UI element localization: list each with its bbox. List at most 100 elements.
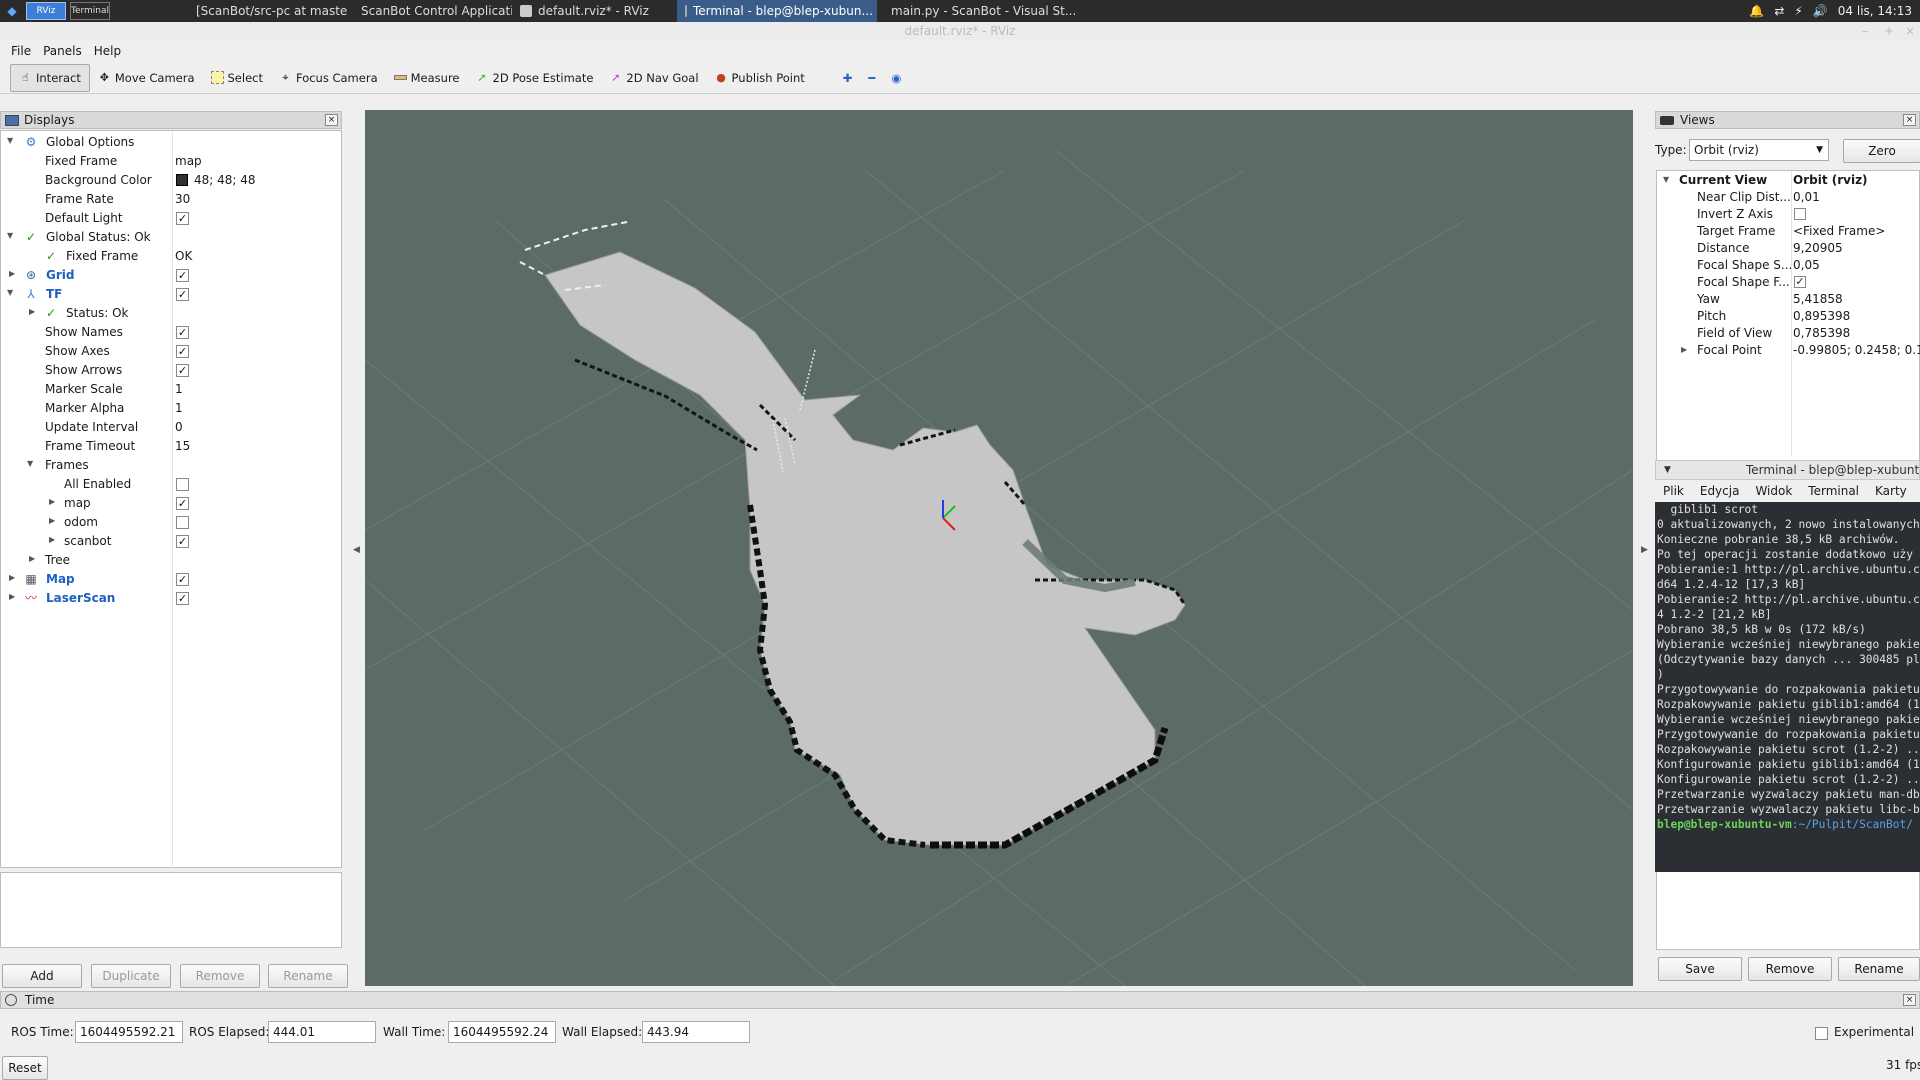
current-view-row[interactable]: ▼ Current View Orbit (rviz) — [1657, 172, 1919, 189]
menu-panels[interactable]: Panels — [38, 42, 87, 60]
experimental-checkbox[interactable] — [1815, 1027, 1828, 1040]
workspace-1[interactable]: RViz — [26, 2, 66, 20]
publish-point-tool[interactable]: ● Publish Point — [707, 64, 813, 92]
measure-tool[interactable]: Measure — [386, 64, 468, 92]
maximize-icon[interactable]: + — [1884, 22, 1894, 40]
frame-odom-row[interactable]: ▶ odom — [1, 513, 341, 532]
distance-row[interactable]: Distance 9,20905 — [1657, 240, 1919, 257]
app-menu-icon[interactable]: ◆ — [0, 0, 24, 22]
terminal-menu-widok[interactable]: Widok — [1755, 484, 1792, 498]
map-checkbox[interactable]: ✓ — [176, 573, 189, 586]
add-display-button[interactable]: Add — [2, 964, 82, 988]
focal-point-row[interactable]: ▶Focal Point-0.99805; 0.2458; 0.1... — [1657, 342, 1920, 359]
grid-checkbox[interactable]: ✓ — [176, 269, 189, 282]
focal-shape-fixed-checkbox[interactable]: ✓ — [1794, 276, 1806, 288]
terminal-menu-plik[interactable]: Plik — [1663, 484, 1684, 498]
frame-map-checkbox[interactable]: ✓ — [176, 497, 189, 510]
terminal-menu-terminal[interactable]: Terminal — [1808, 484, 1859, 498]
frame-rate-row[interactable]: Frame Rate 30 — [1, 190, 341, 209]
terminal-output[interactable]: giblib1 scrot 0 aktualizowanych, 2 nowo i… — [1655, 502, 1920, 872]
close-displays-icon[interactable]: × — [325, 114, 338, 126]
wall-elapsed-field[interactable]: 443.94 — [642, 1021, 750, 1043]
expand-arrow-icon[interactable]: ▶ — [29, 554, 35, 563]
frame-timeout-row[interactable]: Frame Timeout 15 — [1, 437, 341, 456]
terminal-menu-edycja[interactable]: Edycja — [1700, 484, 1740, 498]
collapse-left-icon[interactable]: ◀ — [353, 545, 360, 555]
ros-time-field[interactable]: 1604495592.21 — [75, 1021, 183, 1043]
global-options-row[interactable]: ▼ ⚙ Global Options — [1, 133, 341, 152]
invert-z-row[interactable]: Invert Z Axis — [1657, 206, 1919, 223]
color-swatch[interactable] — [176, 174, 188, 186]
zero-view-button[interactable]: Zero — [1843, 139, 1920, 163]
pose-estimate-tool[interactable]: ➚ 2D Pose Estimate — [468, 64, 602, 92]
show-axes-row[interactable]: Show Axes ✓ — [1, 342, 341, 361]
target-frame-row[interactable]: Target Frame <Fixed Frame> — [1657, 223, 1919, 240]
rename-view-button[interactable]: Rename — [1838, 957, 1920, 981]
task-terminal[interactable]: Terminal - blep@blep-xubun... — [677, 0, 877, 22]
tree-row[interactable]: ▶ Tree — [1, 551, 341, 570]
workspace-2[interactable]: Terminal — [70, 2, 110, 20]
marker-alpha-row[interactable]: Marker Alpha 1 — [1, 399, 341, 418]
terminal-menu-arrow-icon[interactable]: ▼ — [1664, 461, 1671, 479]
near-clip-row[interactable]: Near Clip Dist... 0,01 — [1657, 189, 1919, 206]
tf-display-row[interactable]: ▼ ⅄ TF ✓ — [1, 285, 341, 304]
network-icon[interactable]: ⇄ — [1774, 4, 1784, 18]
minimize-icon[interactable]: – — [1862, 22, 1868, 40]
collapse-arrow-icon[interactable]: ▼ — [1663, 175, 1669, 184]
expand-arrow-icon[interactable]: ▶ — [9, 269, 15, 278]
global-status-row[interactable]: ▼ ✓ Global Status: Ok — [1, 228, 341, 247]
show-arrows-row[interactable]: Show Arrows ✓ — [1, 361, 341, 380]
expand-arrow-icon[interactable]: ▶ — [29, 307, 35, 316]
frame-scanbot-checkbox[interactable]: ✓ — [176, 535, 189, 548]
expand-arrow-icon[interactable]: ▶ — [49, 516, 55, 525]
expand-arrow-icon[interactable]: ▶ — [9, 592, 15, 601]
laserscan-display-row[interactable]: ▶ 〰 LaserScan ✓ — [1, 589, 341, 608]
default-light-row[interactable]: Default Light ✓ — [1, 209, 341, 228]
reset-button[interactable]: Reset — [2, 1056, 48, 1080]
close-time-icon[interactable]: × — [1903, 994, 1916, 1006]
yaw-row[interactable]: Yaw 5,41858 — [1657, 291, 1919, 308]
grid-display-row[interactable]: ▶ ⊛ Grid ✓ — [1, 266, 341, 285]
all-enabled-checkbox[interactable] — [176, 478, 189, 491]
remove-display-button[interactable]: Remove — [180, 964, 260, 988]
marker-scale-row[interactable]: Marker Scale 1 — [1, 380, 341, 399]
update-interval-row[interactable]: Update Interval 0 — [1, 418, 341, 437]
terminal-window[interactable]: ▼ Terminal - blep@blep-xubuntu Plik Edyc… — [1655, 460, 1920, 872]
invert-z-checkbox[interactable] — [1794, 208, 1806, 220]
field-of-view-row[interactable]: Field of View 0,785398 — [1657, 325, 1919, 342]
expand-arrow-icon[interactable]: ▶ — [1681, 345, 1687, 354]
collapse-arrow-icon[interactable]: ▼ — [27, 459, 33, 468]
camera-type-button[interactable]: ◉ — [883, 64, 909, 92]
show-arrows-checkbox[interactable]: ✓ — [176, 364, 189, 377]
all-enabled-row[interactable]: All Enabled — [1, 475, 341, 494]
remove-tool-button[interactable]: ━ — [860, 64, 883, 92]
rename-display-button[interactable]: Rename — [268, 964, 348, 988]
task-vscode[interactable]: main.py - ScanBot - Visual St... — [877, 0, 1077, 22]
background-color-row[interactable]: Background Color 48; 48; 48 — [1, 171, 341, 190]
ros-elapsed-field[interactable]: 444.01 — [268, 1021, 376, 1043]
focus-camera-tool[interactable]: ⌖ Focus Camera — [271, 64, 386, 92]
select-tool[interactable]: Select — [203, 64, 271, 92]
tf-checkbox[interactable]: ✓ — [176, 288, 189, 301]
default-light-checkbox[interactable]: ✓ — [176, 212, 189, 225]
interact-tool[interactable]: ☝ Interact — [10, 63, 90, 92]
collapse-right-icon[interactable]: ▶ — [1641, 545, 1648, 555]
task-rviz[interactable]: default.rviz* - RViz — [512, 0, 677, 22]
tf-status-row[interactable]: ▶ ✓ Status: Ok — [1, 304, 341, 323]
fixed-frame-status-row[interactable]: ✓ Fixed Frame OK — [1, 247, 341, 266]
expand-arrow-icon[interactable]: ▶ — [9, 573, 15, 582]
menu-help[interactable]: Help — [89, 42, 126, 60]
wall-time-field[interactable]: 1604495592.24 — [448, 1021, 556, 1043]
3d-render-viewport[interactable] — [365, 110, 1633, 986]
power-icon[interactable]: ⚡ — [1794, 4, 1802, 18]
collapse-arrow-icon[interactable]: ▼ — [7, 288, 13, 297]
expand-arrow-icon[interactable]: ▶ — [49, 535, 55, 544]
frame-scanbot-row[interactable]: ▶ scanbot ✓ — [1, 532, 341, 551]
duplicate-display-button[interactable]: Duplicate — [91, 964, 171, 988]
notification-bell-icon[interactable]: 🔔 — [1749, 4, 1764, 18]
collapse-arrow-icon[interactable]: ▼ — [7, 231, 13, 240]
close-views-icon[interactable]: × — [1903, 114, 1916, 126]
frame-map-row[interactable]: ▶ map ✓ — [1, 494, 341, 513]
fixed-frame-row[interactable]: Fixed Frame map — [1, 152, 341, 171]
task-github[interactable]: [ScanBot/src-pc at master · ... — [182, 0, 347, 22]
